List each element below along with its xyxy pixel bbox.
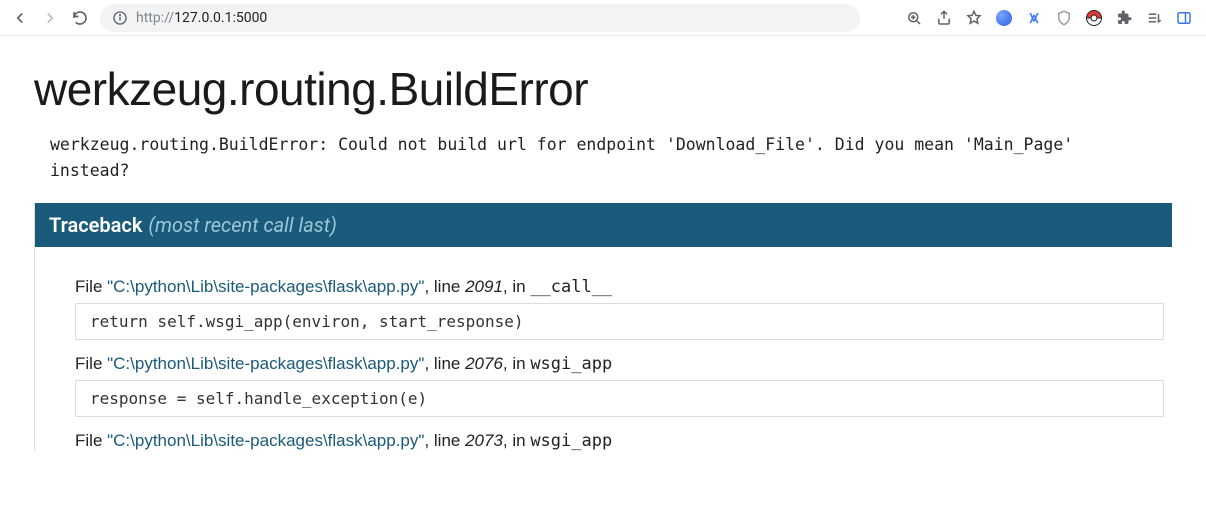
traceback-header-sub: (most recent call last) — [148, 213, 337, 237]
frame-code[interactable]: response = self.handle_exception(e) — [75, 380, 1164, 417]
zoom-icon[interactable] — [904, 8, 924, 28]
address-bar[interactable]: http://127.0.0.1:5000 — [100, 4, 860, 32]
back-button[interactable] — [6, 4, 34, 32]
browser-chrome: http://127.0.0.1:5000 ⩙ — [0, 0, 1206, 36]
frame-code[interactable]: return self.wsgi_app(environ, start_resp… — [75, 303, 1164, 340]
extensions-puzzle-icon[interactable] — [1114, 8, 1134, 28]
extension-pokeball-icon[interactable] — [1084, 8, 1104, 28]
reading-list-icon[interactable] — [1144, 8, 1164, 28]
reload-button[interactable] — [66, 4, 94, 32]
traceback-frame[interactable]: File "C:\python\Lib\site-packages\flask\… — [75, 354, 1164, 417]
site-info-icon[interactable] — [112, 10, 128, 26]
traceback-frame[interactable]: File "C:\python\Lib\site-packages\flask\… — [75, 431, 1164, 451]
frame-location: File "C:\python\Lib\site-packages\flask\… — [75, 354, 1164, 374]
toolbar-right: ⩙ — [904, 8, 1200, 28]
forward-button[interactable] — [36, 4, 64, 32]
frame-location: File "C:\python\Lib\site-packages\flask\… — [75, 431, 1164, 451]
exception-message: werkzeug.routing.BuildError: Could not b… — [34, 132, 1172, 203]
traceback-frame[interactable]: File "C:\python\Lib\site-packages\flask\… — [75, 277, 1164, 340]
traceback-header: Traceback (most recent call last) — [35, 203, 1172, 247]
extension-shield-icon[interactable] — [1054, 8, 1074, 28]
url-scheme: http:// — [136, 10, 174, 26]
extension-blue-icon[interactable] — [994, 8, 1014, 28]
url-host: 127.0.0.1:5000 — [174, 10, 267, 26]
extension-wave-icon[interactable]: ⩙ — [1024, 8, 1044, 28]
side-panel-icon[interactable] — [1174, 8, 1194, 28]
traceback-header-main: Traceback — [49, 213, 142, 237]
error-page: werkzeug.routing.BuildError werkzeug.rou… — [0, 36, 1206, 451]
traceback-container: Traceback (most recent call last) File "… — [34, 203, 1172, 451]
frame-location: File "C:\python\Lib\site-packages\flask\… — [75, 277, 1164, 297]
traceback-frames: File "C:\python\Lib\site-packages\flask\… — [35, 247, 1172, 451]
bookmark-star-icon[interactable] — [964, 8, 984, 28]
exception-title: werkzeug.routing.BuildError — [34, 62, 1172, 116]
share-icon[interactable] — [934, 8, 954, 28]
url-text: http://127.0.0.1:5000 — [136, 10, 267, 26]
